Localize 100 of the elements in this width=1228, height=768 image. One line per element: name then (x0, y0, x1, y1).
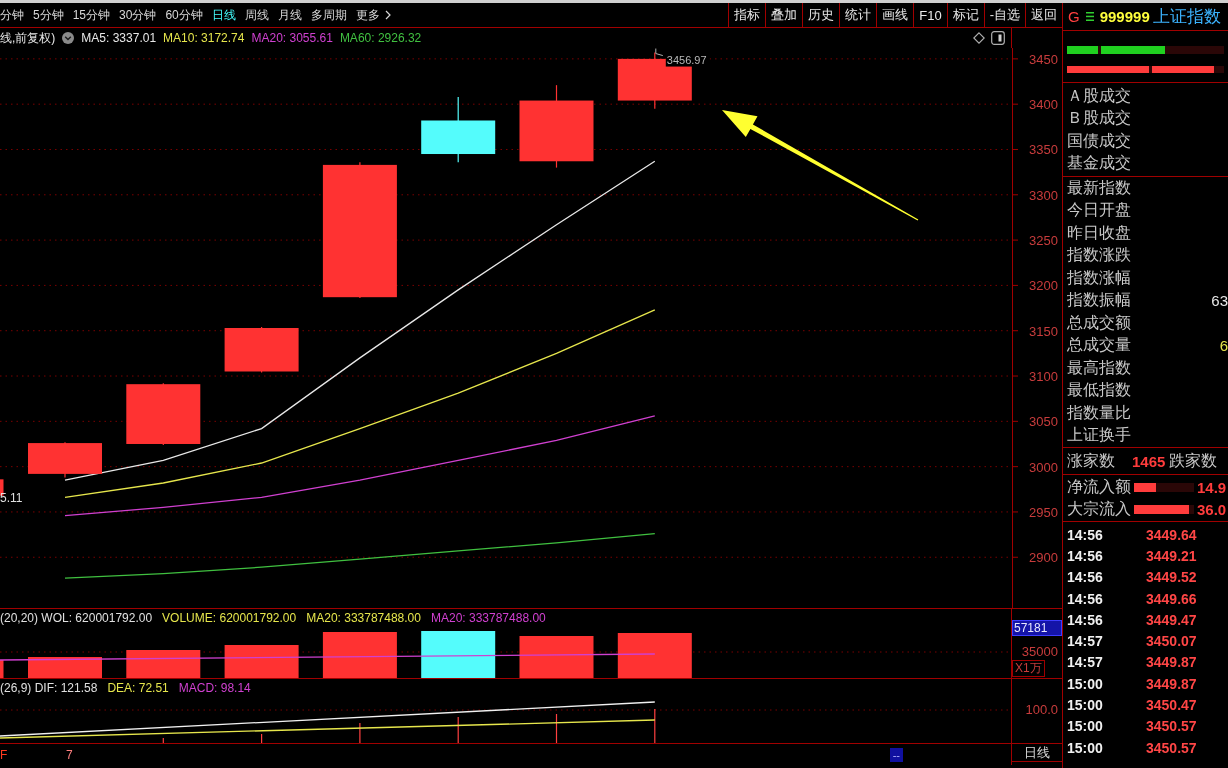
stat-value: 14.9 (1197, 478, 1227, 496)
toolbar-button[interactable]: 画线 (876, 3, 914, 27)
stat-label: 指数涨幅 (1067, 267, 1131, 288)
price-label: 3456.97 (666, 54, 707, 67)
stat-label: 最低指数 (1067, 380, 1131, 401)
toolbar-button[interactable]: 返回 (1025, 3, 1062, 27)
stat-label: 最高指数 (1067, 357, 1131, 378)
stat-label: 昨日收盘 (1067, 222, 1131, 243)
axis-label: 3100 (1029, 369, 1058, 385)
tick-price: 3449.64 (1146, 526, 1198, 543)
stat-label: 最新指数 (1067, 177, 1131, 198)
tick-price: 3449.66 (1146, 590, 1198, 607)
toolbar-button[interactable]: 标记 (946, 3, 984, 27)
toolbar-button[interactable]: 历史 (802, 3, 840, 27)
tick-time: 15:00 (1067, 697, 1104, 713)
toolbar-button[interactable]: -自选 (983, 3, 1025, 27)
stat-label: 上证换手 (1067, 425, 1131, 446)
tick-time: 15:00 (1067, 675, 1104, 692)
tick-price: 3449.47 (1146, 611, 1198, 628)
period-tab[interactable]: 15分钟 (72, 6, 111, 24)
stock-code: 999999 (1099, 8, 1150, 25)
axis-label: 3450 (1029, 51, 1058, 67)
market-label: G (1068, 8, 1080, 25)
diamond-icon[interactable] (973, 32, 985, 44)
tick-price: 3449.87 (1146, 675, 1198, 692)
stat-label: 国债成交 (1067, 130, 1131, 151)
chevron-right-icon (384, 10, 391, 20)
period-tab[interactable]: 60分钟 (165, 6, 203, 24)
date-label: 7 (66, 747, 74, 762)
axis-label: 3050 (1029, 414, 1058, 430)
axis-label: 2950 (1029, 504, 1058, 520)
dropdown-icon[interactable] (62, 32, 75, 44)
toolbar-button[interactable]: F10 (913, 3, 947, 27)
stat-label: 总成交额 (1067, 312, 1131, 333)
tick-price: 3450.07 (1146, 633, 1198, 650)
period-tab[interactable]: 日线 (211, 6, 236, 24)
axis-label: 3250 (1029, 233, 1058, 249)
indicator-legend: DEA: 72.51 (107, 681, 169, 695)
tick-time: 15:00 (1067, 718, 1104, 735)
stat-label: 指数振幅 (1067, 290, 1131, 311)
tick-time: 14:57 (1067, 654, 1104, 671)
tick-price: 3449.87 (1146, 654, 1198, 671)
tick-time: 14:56 (1067, 526, 1104, 543)
stat-label: 涨家数 (1067, 450, 1115, 471)
indicator-legend: MA20: 333787488.00 (430, 611, 546, 625)
indicator-legend: (20,20) WOL: 620001792.00 (0, 611, 153, 625)
stat-value: 36.0 (1197, 501, 1227, 519)
toolbar-button[interactable]: 统计 (839, 3, 877, 27)
axis-label: 3300 (1029, 187, 1058, 203)
indicator-legend: MA10: 3172.74 (163, 31, 245, 45)
tick-time: 15:00 (1067, 739, 1104, 756)
axis-label: 100.0 (1024, 702, 1059, 718)
tick-time: 14:56 (1067, 569, 1104, 586)
stat-label: 基金成交 (1067, 153, 1131, 174)
period-tab[interactable]: 5分钟 (33, 6, 64, 24)
axis-label: 35000 (1020, 644, 1059, 660)
stat-label: Ａ股成交 (1067, 85, 1131, 106)
menu-icon[interactable] (1085, 12, 1094, 21)
period-label: 日线 (1012, 744, 1062, 762)
stat-label: 大宗流入 (1067, 499, 1131, 520)
panel-icon[interactable] (991, 31, 1005, 45)
axis-label: 3200 (1029, 278, 1058, 294)
unit-label: X1万 (1012, 660, 1045, 677)
stat-label: 总成交量 (1067, 335, 1131, 356)
tick-price: 3450.57 (1146, 739, 1198, 756)
period-tab[interactable]: 月线 (277, 6, 302, 24)
stat-label: 指数涨跌 (1067, 245, 1131, 266)
axis-label: 3150 (1029, 323, 1058, 339)
stat-value: 63 (1211, 292, 1228, 310)
price-label: 5.11 (0, 490, 23, 505)
axis-label: 3350 (1029, 142, 1058, 158)
stat-label: 净流入额 (1067, 476, 1131, 497)
stat-value: 1465 (1132, 452, 1166, 470)
tick-price: 3450.47 (1146, 697, 1198, 713)
date-label: F (0, 747, 9, 762)
toolbar-button[interactable]: 指标 (728, 3, 766, 27)
tick-price: 3449.52 (1146, 569, 1198, 586)
period-tab[interactable]: 多周期 (310, 6, 347, 24)
indicator-legend: MA60: 2926.32 (339, 31, 422, 45)
stat-value: 6 (1219, 337, 1228, 355)
tick-time: 14:56 (1067, 590, 1104, 607)
index-name: 上证指数 (1152, 6, 1221, 28)
tick-price: 3450.57 (1146, 718, 1198, 735)
tick-price: 3449.21 (1146, 547, 1198, 564)
toolbar-button[interactable]: 叠加 (765, 3, 803, 27)
status-indicator: -- (889, 747, 903, 762)
period-tab[interactable]: 周线 (244, 6, 269, 24)
tick-time: 14:56 (1067, 611, 1104, 628)
period-tab[interactable]: 30分钟 (119, 6, 157, 24)
chart-title: 线,前复权) (0, 29, 56, 47)
axis-label: 3000 (1029, 459, 1058, 475)
period-tab[interactable]: 更多 (355, 6, 391, 24)
stat-label: 今日开盘 (1067, 200, 1131, 221)
tick-time: 14:56 (1067, 547, 1104, 564)
axis-label: 2900 (1029, 550, 1058, 566)
indicator-legend: MACD: 98.14 (178, 681, 251, 695)
stat-label: 跌家数 (1169, 450, 1218, 471)
stat-label: 指数量比 (1067, 402, 1131, 423)
axis-label: 3400 (1029, 97, 1058, 113)
period-tab[interactable]: 分钟 (0, 6, 24, 24)
